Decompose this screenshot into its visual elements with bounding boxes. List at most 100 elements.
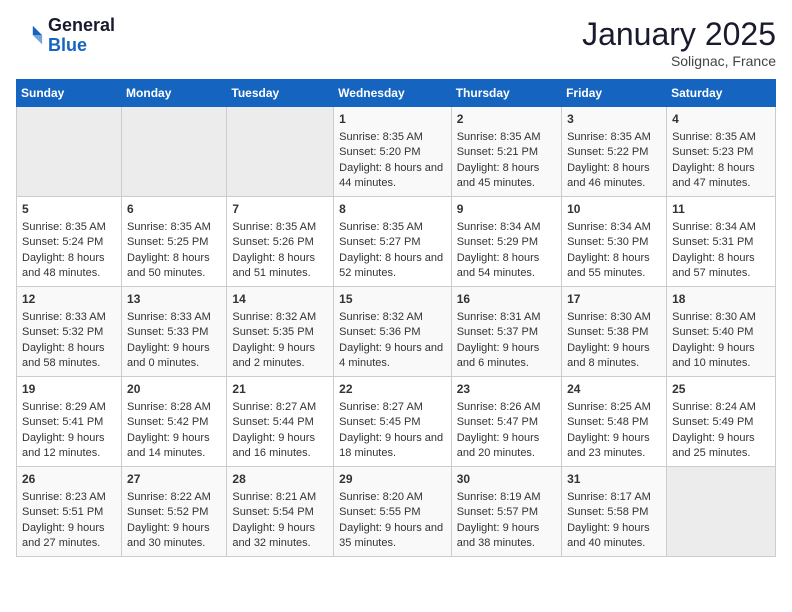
day-number: 25 bbox=[672, 381, 770, 398]
day-number: 23 bbox=[457, 381, 556, 398]
calendar-cell: 8 Sunrise: 8:35 AMSunset: 5:27 PMDaylight… bbox=[334, 197, 452, 287]
day-info: Sunrise: 8:19 AMSunset: 5:57 PMDaylight:… bbox=[457, 491, 541, 549]
calendar-cell: 16 Sunrise: 8:31 AMSunset: 5:37 PMDayligh… bbox=[451, 287, 561, 377]
day-number: 8 bbox=[339, 201, 446, 218]
day-info: Sunrise: 8:24 AMSunset: 5:49 PMDaylight:… bbox=[672, 401, 756, 459]
calendar-cell: 25 Sunrise: 8:24 AMSunset: 5:49 PMDayligh… bbox=[667, 377, 776, 467]
weekday-header: Sunday bbox=[17, 80, 122, 107]
day-number: 27 bbox=[127, 471, 221, 488]
day-number: 9 bbox=[457, 201, 556, 218]
day-info: Sunrise: 8:32 AMSunset: 5:35 PMDaylight:… bbox=[232, 311, 316, 369]
calendar-cell: 3Sunrise: 8:35 AMSunset: 5:22 PMDaylight… bbox=[562, 107, 667, 197]
day-info: Sunrise: 8:20 AMSunset: 5:55 PMDaylight:… bbox=[339, 491, 443, 549]
day-info: Sunrise: 8:35 AMSunset: 5:23 PMDaylight:… bbox=[672, 131, 756, 189]
calendar-week-row: 12 Sunrise: 8:33 AMSunset: 5:32 PMDayligh… bbox=[17, 287, 776, 377]
day-number: 31 bbox=[567, 471, 661, 488]
day-info: Sunrise: 8:35 AMSunset: 5:20 PMDaylight:… bbox=[339, 131, 443, 189]
calendar-cell bbox=[122, 107, 227, 197]
day-number: 2 bbox=[457, 111, 556, 128]
day-number: 30 bbox=[457, 471, 556, 488]
calendar-cell: 9 Sunrise: 8:34 AMSunset: 5:29 PMDaylight… bbox=[451, 197, 561, 287]
calendar-cell bbox=[17, 107, 122, 197]
day-info: Sunrise: 8:33 AMSunset: 5:33 PMDaylight:… bbox=[127, 311, 211, 369]
calendar-cell: 5 Sunrise: 8:35 AMSunset: 5:24 PMDaylight… bbox=[17, 197, 122, 287]
day-info: Sunrise: 8:25 AMSunset: 5:48 PMDaylight:… bbox=[567, 401, 651, 459]
location: Solignac, France bbox=[582, 53, 776, 69]
day-number: 7 bbox=[232, 201, 328, 218]
logo-blue: Blue bbox=[48, 35, 87, 55]
calendar-cell: 1Sunrise: 8:35 AMSunset: 5:20 PMDaylight… bbox=[334, 107, 452, 197]
day-info: Sunrise: 8:34 AMSunset: 5:31 PMDaylight:… bbox=[672, 221, 756, 279]
calendar-cell: 21 Sunrise: 8:27 AMSunset: 5:44 PMDayligh… bbox=[227, 377, 334, 467]
calendar-week-row: 26Sunrise: 8:23 AMSunset: 5:51 PMDayligh… bbox=[17, 467, 776, 557]
day-info: Sunrise: 8:30 AMSunset: 5:38 PMDaylight:… bbox=[567, 311, 651, 369]
day-number: 24 bbox=[567, 381, 661, 398]
day-number: 16 bbox=[457, 291, 556, 308]
calendar-cell: 6 Sunrise: 8:35 AMSunset: 5:25 PMDaylight… bbox=[122, 197, 227, 287]
calendar-table: SundayMondayTuesdayWednesdayThursdayFrid… bbox=[16, 79, 776, 557]
calendar-cell: 18 Sunrise: 8:30 AMSunset: 5:40 PMDayligh… bbox=[667, 287, 776, 377]
day-number: 20 bbox=[127, 381, 221, 398]
calendar-cell: 11 Sunrise: 8:34 AMSunset: 5:31 PMDayligh… bbox=[667, 197, 776, 287]
day-info: Sunrise: 8:30 AMSunset: 5:40 PMDaylight:… bbox=[672, 311, 756, 369]
day-info: Sunrise: 8:35 AMSunset: 5:24 PMDaylight:… bbox=[22, 221, 106, 279]
day-info: Sunrise: 8:27 AMSunset: 5:45 PMDaylight:… bbox=[339, 401, 443, 459]
calendar-cell: 22 Sunrise: 8:27 AMSunset: 5:45 PMDayligh… bbox=[334, 377, 452, 467]
day-number: 10 bbox=[567, 201, 661, 218]
logo-general: General bbox=[48, 15, 115, 35]
day-number: 3 bbox=[567, 111, 661, 128]
calendar-body: 1Sunrise: 8:35 AMSunset: 5:20 PMDaylight… bbox=[17, 107, 776, 557]
calendar-cell: 23 Sunrise: 8:26 AMSunset: 5:47 PMDayligh… bbox=[451, 377, 561, 467]
title-block: January 2025 Solignac, France bbox=[582, 16, 776, 69]
day-number: 6 bbox=[127, 201, 221, 218]
day-number: 19 bbox=[22, 381, 116, 398]
day-number: 26 bbox=[22, 471, 116, 488]
day-info: Sunrise: 8:26 AMSunset: 5:47 PMDaylight:… bbox=[457, 401, 541, 459]
day-info: Sunrise: 8:27 AMSunset: 5:44 PMDaylight:… bbox=[232, 401, 316, 459]
weekday-row: SundayMondayTuesdayWednesdayThursdayFrid… bbox=[17, 80, 776, 107]
day-info: Sunrise: 8:35 AMSunset: 5:26 PMDaylight:… bbox=[232, 221, 316, 279]
day-info: Sunrise: 8:28 AMSunset: 5:42 PMDaylight:… bbox=[127, 401, 211, 459]
day-info: Sunrise: 8:34 AMSunset: 5:29 PMDaylight:… bbox=[457, 221, 541, 279]
calendar-cell: 26Sunrise: 8:23 AMSunset: 5:51 PMDayligh… bbox=[17, 467, 122, 557]
weekday-header: Friday bbox=[562, 80, 667, 107]
day-number: 21 bbox=[232, 381, 328, 398]
calendar-cell: 10Sunrise: 8:34 AMSunset: 5:30 PMDayligh… bbox=[562, 197, 667, 287]
day-number: 28 bbox=[232, 471, 328, 488]
day-number: 18 bbox=[672, 291, 770, 308]
day-info: Sunrise: 8:35 AMSunset: 5:21 PMDaylight:… bbox=[457, 131, 541, 189]
calendar-week-row: 19Sunrise: 8:29 AMSunset: 5:41 PMDayligh… bbox=[17, 377, 776, 467]
calendar-cell: 4Sunrise: 8:35 AMSunset: 5:23 PMDaylight… bbox=[667, 107, 776, 197]
calendar-week-row: 5 Sunrise: 8:35 AMSunset: 5:24 PMDaylight… bbox=[17, 197, 776, 287]
day-info: Sunrise: 8:35 AMSunset: 5:27 PMDaylight:… bbox=[339, 221, 443, 279]
calendar-cell bbox=[227, 107, 334, 197]
weekday-header: Wednesday bbox=[334, 80, 452, 107]
weekday-header: Saturday bbox=[667, 80, 776, 107]
weekday-header: Tuesday bbox=[227, 80, 334, 107]
day-number: 29 bbox=[339, 471, 446, 488]
day-number: 12 bbox=[22, 291, 116, 308]
day-info: Sunrise: 8:22 AMSunset: 5:52 PMDaylight:… bbox=[127, 491, 211, 549]
calendar-cell: 12 Sunrise: 8:33 AMSunset: 5:32 PMDayligh… bbox=[17, 287, 122, 377]
calendar-cell: 27 Sunrise: 8:22 AMSunset: 5:52 PMDayligh… bbox=[122, 467, 227, 557]
day-number: 13 bbox=[127, 291, 221, 308]
calendar-cell: 31 Sunrise: 8:17 AMSunset: 5:58 PMDayligh… bbox=[562, 467, 667, 557]
page-header: General Blue January 2025 Solignac, Fran… bbox=[16, 16, 776, 69]
calendar-cell: 29 Sunrise: 8:20 AMSunset: 5:55 PMDayligh… bbox=[334, 467, 452, 557]
calendar-cell: 15Sunrise: 8:32 AMSunset: 5:36 PMDayligh… bbox=[334, 287, 452, 377]
day-info: Sunrise: 8:17 AMSunset: 5:58 PMDaylight:… bbox=[567, 491, 651, 549]
day-info: Sunrise: 8:33 AMSunset: 5:32 PMDaylight:… bbox=[22, 311, 106, 369]
day-number: 22 bbox=[339, 381, 446, 398]
day-number: 15 bbox=[339, 291, 446, 308]
calendar-cell: 7 Sunrise: 8:35 AMSunset: 5:26 PMDaylight… bbox=[227, 197, 334, 287]
day-info: Sunrise: 8:31 AMSunset: 5:37 PMDaylight:… bbox=[457, 311, 541, 369]
calendar-cell: 14Sunrise: 8:32 AMSunset: 5:35 PMDayligh… bbox=[227, 287, 334, 377]
day-info: Sunrise: 8:21 AMSunset: 5:54 PMDaylight:… bbox=[232, 491, 316, 549]
calendar-cell: 19Sunrise: 8:29 AMSunset: 5:41 PMDayligh… bbox=[17, 377, 122, 467]
day-number: 11 bbox=[672, 201, 770, 218]
calendar-cell: 20 Sunrise: 8:28 AMSunset: 5:42 PMDayligh… bbox=[122, 377, 227, 467]
day-number: 5 bbox=[22, 201, 116, 218]
weekday-header: Monday bbox=[122, 80, 227, 107]
day-info: Sunrise: 8:35 AMSunset: 5:25 PMDaylight:… bbox=[127, 221, 211, 279]
calendar-cell: 2 Sunrise: 8:35 AMSunset: 5:21 PMDaylight… bbox=[451, 107, 561, 197]
